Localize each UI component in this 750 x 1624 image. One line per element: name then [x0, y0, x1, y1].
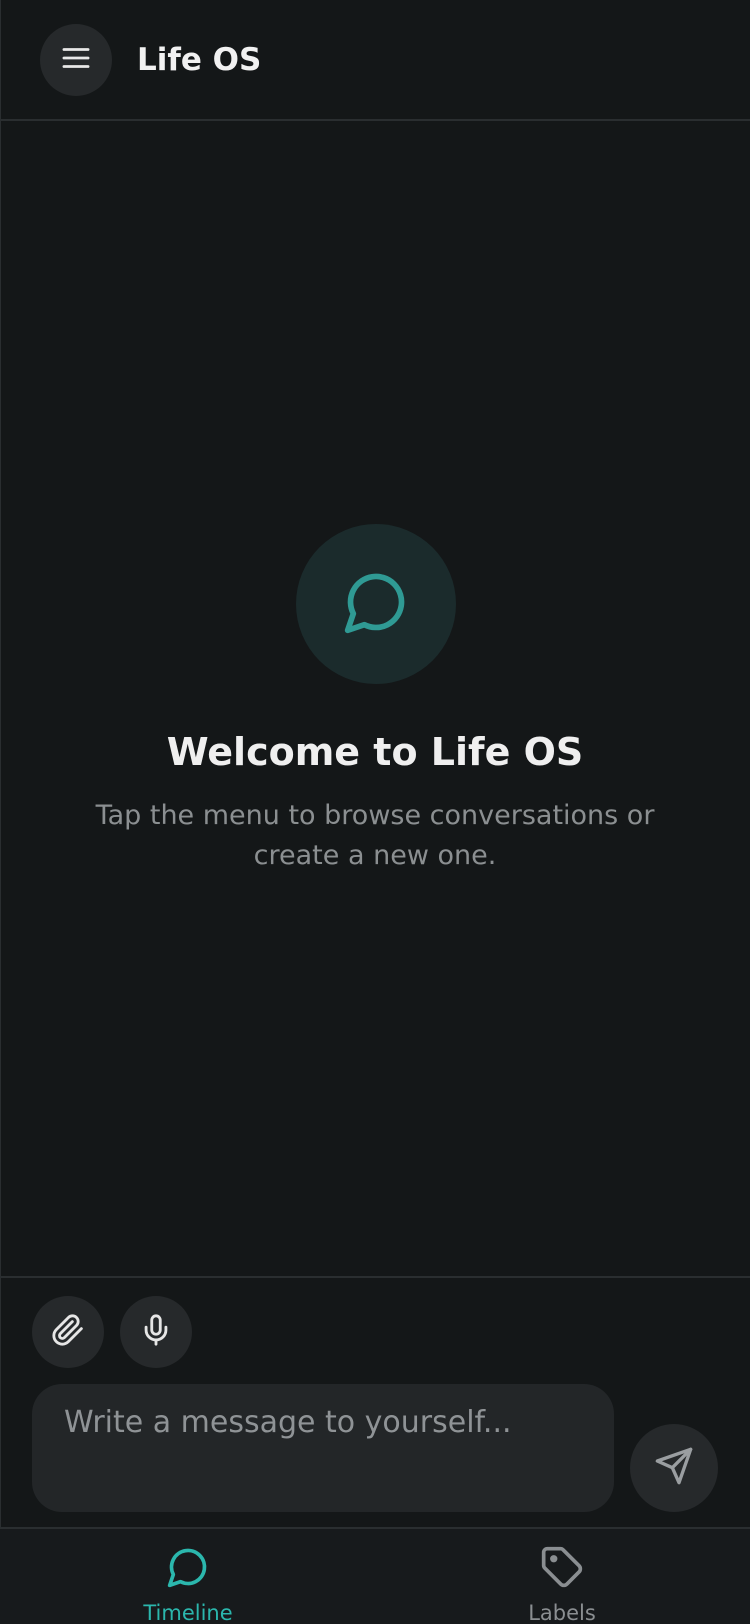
send-icon [654, 1446, 694, 1490]
send-button[interactable] [630, 1424, 718, 1512]
tab-timeline-label: Timeline [143, 1601, 233, 1624]
bottom-nav: Timeline Labels [0, 1527, 750, 1624]
chat-bubble-icon [342, 568, 410, 640]
attach-button[interactable] [32, 1296, 104, 1368]
welcome-subtitle: Tap the menu to browse conversations or … [95, 800, 655, 871]
chat-bubble-icon [166, 1545, 210, 1593]
welcome-icon-badge [296, 524, 456, 684]
microphone-button[interactable] [120, 1296, 192, 1368]
message-input[interactable] [32, 1384, 614, 1512]
menu-button[interactable] [40, 24, 112, 96]
tab-labels[interactable]: Labels [462, 1545, 662, 1624]
tab-timeline[interactable]: Timeline [88, 1545, 288, 1624]
hamburger-menu-icon [59, 41, 93, 79]
message-composer [0, 1276, 750, 1527]
tab-labels-label: Labels [528, 1601, 596, 1624]
tag-icon [540, 1545, 584, 1593]
microphone-icon [139, 1313, 173, 1351]
app-screen: Life OS Welcome to Life OS Tap the menu … [0, 0, 750, 1624]
app-header: Life OS [0, 0, 750, 121]
welcome-title: Welcome to Life OS [166, 730, 584, 774]
paperclip-icon [51, 1313, 85, 1351]
app-title: Life OS [137, 42, 262, 78]
